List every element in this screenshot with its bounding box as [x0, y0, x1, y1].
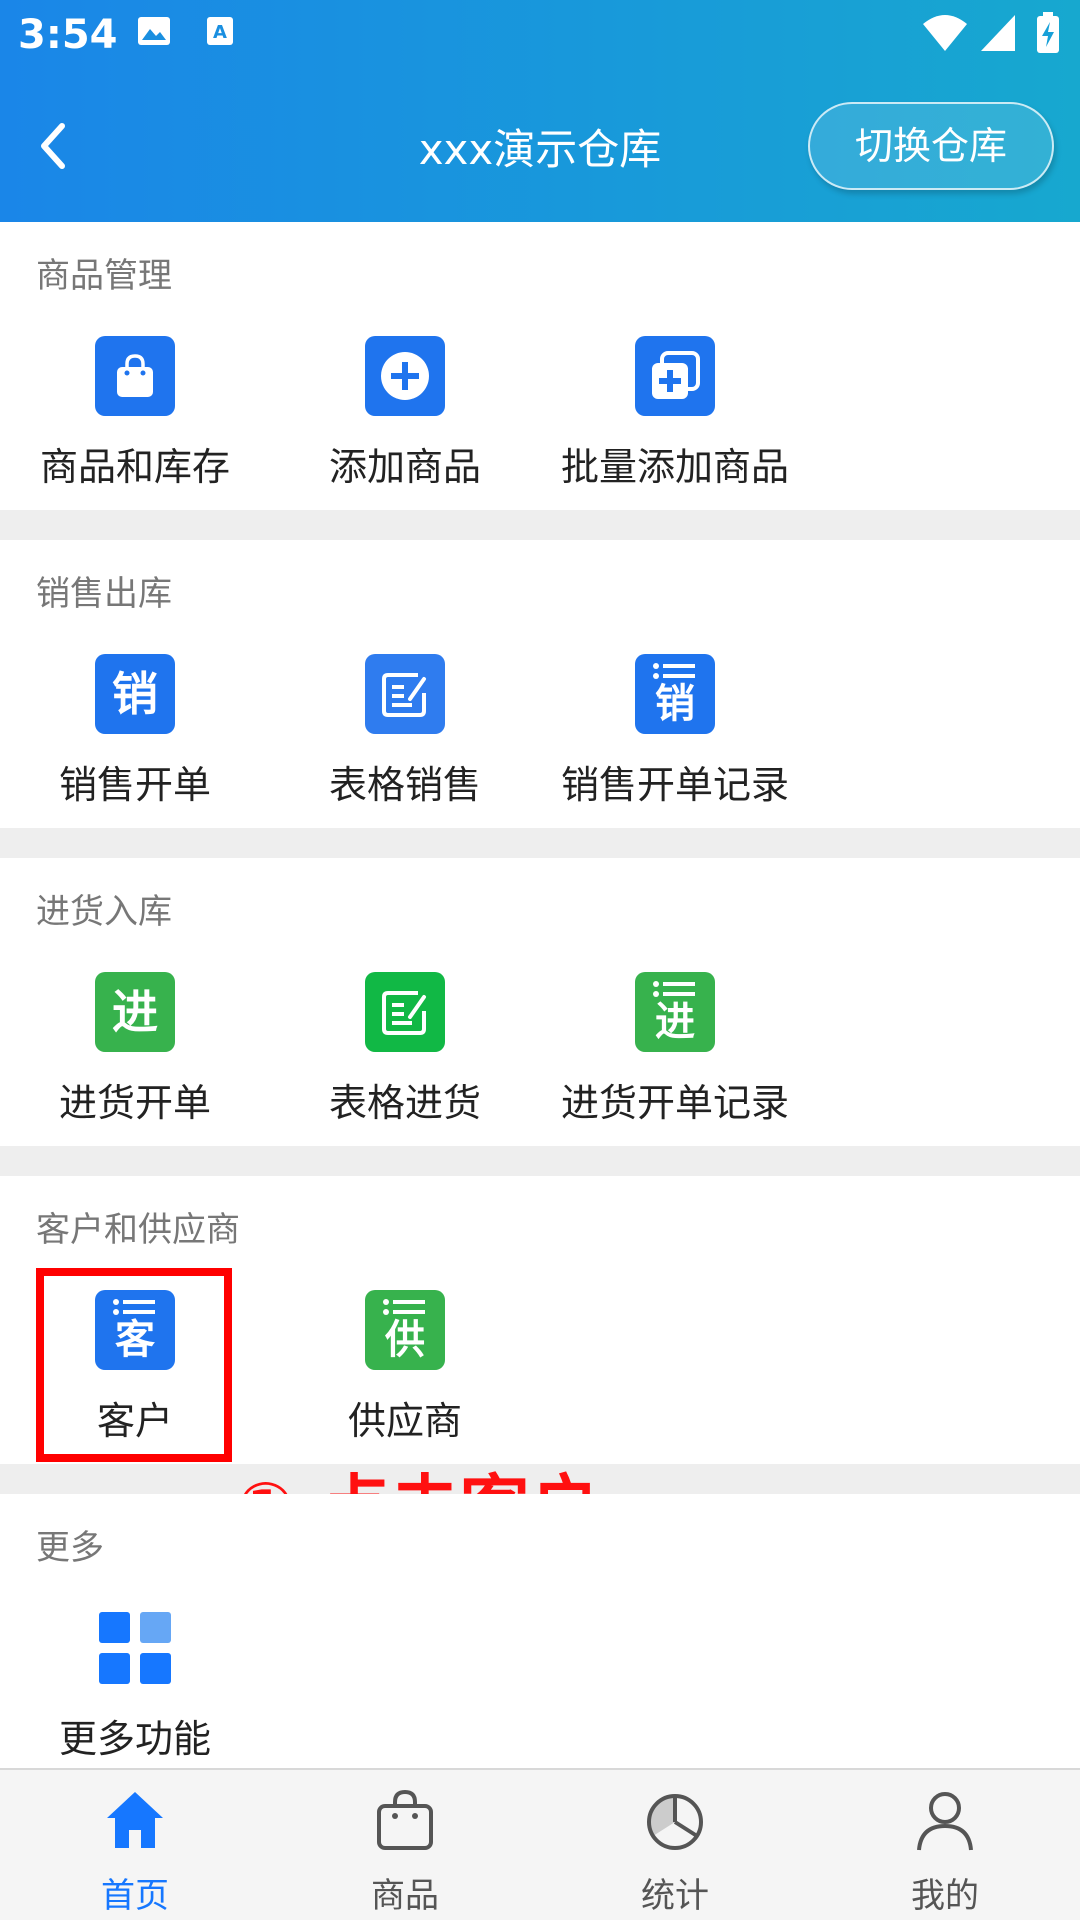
- item-label: 销售开单: [58, 763, 211, 807]
- table-purchase-item[interactable]: 表格进货: [270, 972, 540, 1125]
- icon-char: 进: [655, 999, 695, 1045]
- section-title: 客户和供应商: [36, 1210, 240, 1250]
- signal-icon: [981, 15, 1015, 51]
- item-label: 批量添加商品: [560, 445, 789, 489]
- section-more: 更多 更多功能: [0, 1494, 1080, 1768]
- edit-form-icon: [365, 654, 445, 734]
- home-icon: [107, 1792, 163, 1848]
- user-icon: [917, 1792, 973, 1851]
- sales-order-records-item[interactable]: 销 销售开单记录: [540, 654, 810, 807]
- edit-form-icon: [365, 972, 445, 1052]
- batch-add-goods-item[interactable]: 批量添加商品: [540, 336, 810, 489]
- item-label: 进货开单记录: [560, 1081, 789, 1125]
- supplier-icon: 供: [365, 1290, 445, 1370]
- item-label: 添加商品: [328, 445, 481, 489]
- section-purchase-inbound: 进货入库 进 进货开单 表格进货 进 进货开单记录: [0, 858, 1080, 1146]
- nav-mine[interactable]: 我的: [810, 1788, 1080, 1918]
- image-notification-icon: [138, 17, 170, 45]
- item-label: 更多功能: [58, 1717, 211, 1761]
- supplier-item[interactable]: 供 供应商: [270, 1290, 540, 1443]
- purchase-order-records-item[interactable]: 进 进货开单记录: [540, 972, 810, 1125]
- item-label: 表格进货: [328, 1081, 481, 1125]
- add-goods-item[interactable]: 添加商品: [270, 336, 540, 489]
- purchase-order-item[interactable]: 进 进货开单: [0, 972, 270, 1125]
- section-title: 更多: [36, 1528, 104, 1568]
- battery-icon: [1037, 12, 1059, 53]
- item-label: 商品和库存: [39, 445, 230, 489]
- sales-records-icon: 销: [635, 654, 715, 734]
- pie-chart-icon: [647, 1794, 703, 1850]
- icon-char: 销: [112, 667, 158, 721]
- shopping-bag-icon: [95, 336, 175, 416]
- section-sales-outbound: 销售出库 销 销售开单 表格销售 销 销售开单记录: [0, 540, 1080, 828]
- app-notification-icon: A: [207, 17, 233, 45]
- nav-label: 我的: [911, 1876, 979, 1916]
- table-sales-item[interactable]: 表格销售: [270, 654, 540, 807]
- status-time: 3:54: [18, 12, 118, 58]
- more-functions-item[interactable]: 更多功能: [0, 1608, 270, 1761]
- icon-char: 供: [385, 1317, 425, 1363]
- nav-goods[interactable]: 商品: [270, 1788, 540, 1918]
- item-label: 表格销售: [328, 763, 481, 807]
- section-goods-management: 商品管理 商品和库存 添加商品 批量添加商品: [0, 222, 1080, 510]
- batch-add-icon: [635, 336, 715, 416]
- icon-char: 销: [655, 681, 695, 727]
- grid-icon: [95, 1608, 175, 1688]
- top-bar: 3:54 A xxx演示仓库 切换仓库: [0, 0, 1080, 222]
- switch-warehouse-button[interactable]: 切换仓库: [808, 102, 1054, 190]
- icon-char: 进: [112, 985, 158, 1039]
- section-title: 进货入库: [36, 892, 172, 932]
- nav-label: 统计: [641, 1876, 709, 1916]
- item-label: 销售开单记录: [560, 763, 789, 807]
- nav-label: 首页: [101, 1876, 169, 1916]
- goods-and-inventory-item[interactable]: 商品和库存: [0, 336, 270, 489]
- section-title: 商品管理: [36, 256, 172, 296]
- purchase-icon: 进: [95, 972, 175, 1052]
- purchase-records-icon: 进: [635, 972, 715, 1052]
- bottom-navigation: 首页 商品 统计 我的: [0, 1768, 1080, 1920]
- bag-icon: [377, 1789, 433, 1850]
- sales-icon: 销: [95, 654, 175, 734]
- wifi-icon: [923, 15, 967, 51]
- sales-order-item[interactable]: 销 销售开单: [0, 654, 270, 807]
- section-title: 销售出库: [36, 574, 172, 614]
- svg-text:A: A: [213, 22, 227, 43]
- nav-statistics[interactable]: 统计: [540, 1788, 810, 1918]
- item-label: 进货开单: [58, 1081, 211, 1125]
- nav-label: 商品: [371, 1876, 439, 1916]
- plus-circle-icon: [365, 336, 445, 416]
- highlight-box: [36, 1268, 232, 1462]
- item-label: 供应商: [347, 1399, 462, 1443]
- nav-home[interactable]: 首页: [0, 1788, 270, 1918]
